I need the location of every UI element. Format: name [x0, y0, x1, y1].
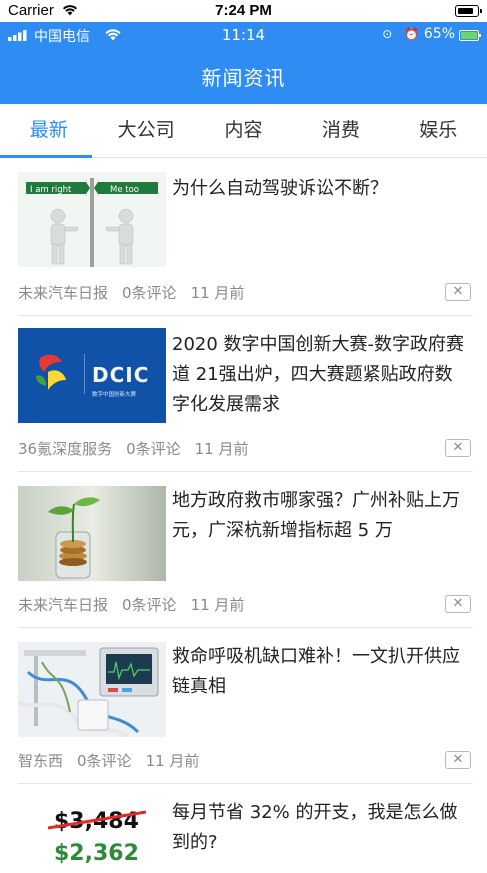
page-title: 新闻资讯 — [201, 65, 286, 90]
news-meta: 未来汽车日报 0条评论 11 月前 — [18, 594, 244, 615]
news-source: 未来汽车日报 — [18, 596, 109, 614]
tab-big-company[interactable]: 大公司 — [97, 104, 194, 157]
new-price-text: $2,362 — [54, 841, 139, 866]
news-item[interactable]: DCIC 数字中国创新大赛 2020 数字中国创新大赛-数字政府赛道 21强出炉… — [0, 316, 487, 472]
app-status-bar: 中国电信 11:14 ⊙ ⏰ 65% — [0, 22, 487, 48]
dismiss-button[interactable]: ✕ — [445, 751, 471, 769]
news-title[interactable]: 每月节省 32% 的开支，我是怎么做到的? — [172, 798, 469, 858]
app-header: 中国电信 11:14 ⊙ ⏰ 65% 新闻资讯 — [0, 22, 487, 104]
news-thumbnail-signs: I am right Me too — [18, 172, 166, 267]
tab-entertainment[interactable]: 娱乐 — [390, 104, 487, 157]
news-comments: 0条评论 — [122, 284, 177, 302]
news-title[interactable]: 2020 数字中国创新大赛-数字政府赛道 21强出炉，四大赛题紧贴政府数字化发展… — [172, 330, 469, 420]
tab-latest[interactable]: 最新 — [0, 104, 97, 158]
tab-consumer[interactable]: 消费 — [292, 104, 389, 157]
dismiss-button[interactable]: ✕ — [445, 283, 471, 301]
dismiss-button[interactable]: ✕ — [445, 595, 471, 613]
battery-icon — [455, 5, 482, 17]
news-meta: 智东西 0条评论 11 月前 — [18, 750, 199, 771]
news-thumbnail-dcic-logo: DCIC 数字中国创新大赛 — [18, 328, 166, 423]
dcic-logo-text: DCIC — [92, 363, 149, 387]
news-time: 11 月前 — [190, 284, 245, 302]
simulator-time: 7:24 PM — [215, 2, 272, 19]
news-meta: 36氪深度服务 0条评论 11 月前 — [18, 438, 249, 459]
news-item[interactable]: I am right Me too 为什么自动驾驶诉讼不断？ 未来汽车日报 0条… — [0, 158, 487, 316]
tab-content[interactable]: 内容 — [195, 104, 292, 157]
news-item[interactable]: 地方政府救市哪家强？广州补贴上万元，广深杭新增指标超 5 万 未来汽车日报 0条… — [0, 472, 487, 628]
news-item[interactable]: $3,484 $2,362 每月节省 32% 的开支，我是怎么做到的? — [0, 784, 487, 873]
news-comments: 0条评论 — [126, 440, 181, 458]
sign-text-right: Me too — [110, 185, 139, 195]
sign-text-left: I am right — [30, 185, 72, 195]
news-comments: 0条评论 — [122, 596, 177, 614]
news-source: 36氪深度服务 — [18, 440, 113, 458]
news-thumbnail-coins-plant — [18, 486, 166, 581]
news-meta: 未来汽车日报 0条评论 11 月前 — [18, 282, 244, 303]
news-time: 11 月前 — [190, 596, 245, 614]
news-title[interactable]: 地方政府救市哪家强？广州补贴上万元，广深杭新增指标超 5 万 — [172, 486, 469, 546]
battery-percent: 65% — [423, 26, 455, 42]
simulator-status-bar: Carrier 7:24 PM — [0, 0, 487, 22]
news-time: 11 月前 — [145, 752, 200, 770]
status-indicators: ⊙ ⏰ — [382, 27, 423, 41]
news-thumbnail-price: $3,484 $2,362 — [18, 798, 166, 873]
news-thumbnail-ventilator — [18, 642, 166, 737]
news-source: 未来汽车日报 — [18, 284, 109, 302]
news-title[interactable]: 救命呼吸机缺口难补！一文扒开供应链真相 — [172, 642, 469, 702]
news-time: 11 月前 — [194, 440, 249, 458]
news-item[interactable]: 救命呼吸机缺口难补！一文扒开供应链真相 智东西 0条评论 11 月前 ✕ — [0, 628, 487, 784]
dismiss-button[interactable]: ✕ — [445, 439, 471, 457]
news-source: 智东西 — [18, 752, 64, 770]
battery-charging-icon — [459, 30, 481, 41]
news-title[interactable]: 为什么自动驾驶诉讼不断？ — [172, 174, 469, 204]
dcic-subtitle: 数字中国创新大赛 — [92, 390, 137, 398]
news-comments: 0条评论 — [77, 752, 132, 770]
category-tabs: 最新 大公司 内容 消费 娱乐 — [0, 104, 487, 158]
